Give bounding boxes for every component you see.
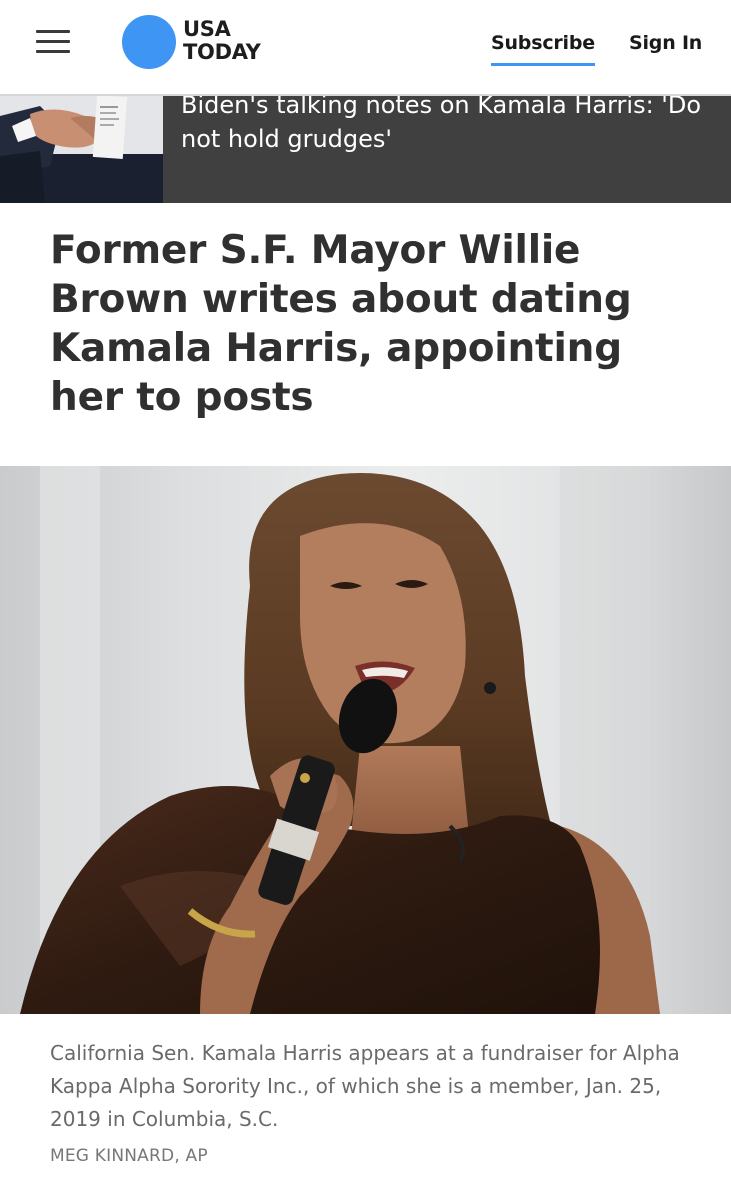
subscribe-link[interactable]: Subscribe <box>491 32 595 66</box>
article-photo[interactable] <box>0 466 731 1014</box>
article-headline: Former S.F. Mayor Willie Brown writes ab… <box>50 228 632 420</box>
sign-in-link[interactable]: Sign In <box>629 32 702 54</box>
photo-credit: MEG KINNARD, AP <box>50 1146 208 1166</box>
logo-text-today: TODAY <box>183 40 261 64</box>
photo-caption: California Sen. Kamala Harris appears at… <box>50 1041 680 1131</box>
hamburger-menu-icon[interactable] <box>36 29 70 55</box>
related-story-title[interactable]: Biden's talking notes on Kamala Harris: … <box>181 96 711 156</box>
site-header: USA TODAY Subscribe Sign In <box>0 0 731 96</box>
logo-text-usa: USA <box>183 17 231 41</box>
related-story-banner[interactable]: Biden's talking notes on Kamala Harris: … <box>0 96 731 203</box>
usa-today-logo[interactable]: USA TODAY <box>183 18 303 64</box>
related-story-thumbnail <box>0 96 163 203</box>
usa-today-logo-dot[interactable] <box>122 15 176 69</box>
